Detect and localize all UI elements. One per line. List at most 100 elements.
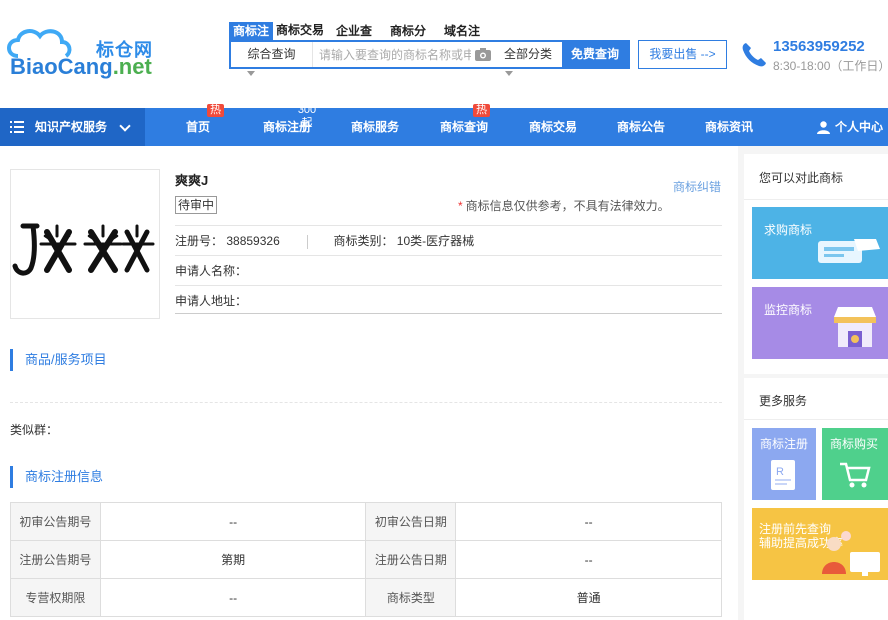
sell-button[interactable]: 我要出售 --> (638, 40, 727, 69)
reg-no-label: 注册号： (175, 234, 224, 248)
shop-icon (834, 307, 876, 347)
hot-badge: 热 (473, 104, 490, 117)
nav-item-label: 商标资讯 (704, 120, 753, 134)
search-tab-domain[interactable]: 域名注 (435, 22, 489, 40)
buy-trademark-label: 求购商标 (764, 223, 813, 237)
divider (744, 419, 888, 420)
user-icon[interactable] (817, 121, 830, 134)
divider (307, 234, 309, 249)
trademark-detail: 爽爽J 商标纠错 待审中 * 商标信息仅供参考，不具有法律效力。 注册号： 388… (0, 146, 738, 620)
monitor-trademark-label: 监控商标 (764, 303, 813, 317)
goods-services-heading: 商品/服务项目 (10, 349, 107, 371)
customer-service-icon (822, 531, 880, 576)
nav-item-label: 商标公告 (616, 120, 665, 134)
applicant-name-row: 申请人名称： (175, 255, 722, 285)
trademark-register-card[interactable]: 商标注册 R (752, 428, 816, 500)
registration-row: 注册号： 38859326 商标类别： 10类-医疗器械 (175, 225, 722, 255)
user-center-link[interactable]: 个人中心 (835, 108, 883, 146)
nav-item-trademark-news[interactable]: 商标资讯 (700, 108, 758, 146)
applicant-name-label: 申请人名称： (175, 264, 248, 278)
nav-item-label: 商标交易 (528, 120, 577, 134)
trademark-register-label: 商标注册 (760, 437, 809, 451)
search-tab-trademark-register[interactable]: 商标注 (229, 22, 273, 40)
logo-english-text: BiaoCang.net (10, 54, 152, 80)
phone-icon (742, 43, 766, 67)
free-search-button[interactable]: 免费查询 (562, 40, 628, 69)
nav-item-trademark-search[interactable]: 商标查询 热 (435, 104, 493, 146)
table-cell-value: 普通 (455, 578, 722, 617)
search-tab-trademark-class[interactable]: 商标分 (381, 22, 435, 40)
contact-phone: 13563959252 (773, 38, 865, 55)
site-logo[interactable]: 标仓网 BiaoCang.net (4, 26, 164, 82)
table-cell-value: -- (455, 502, 722, 541)
search-tab-company[interactable]: 企业查 (327, 22, 381, 40)
table-cell-label: 专营权期限 (10, 578, 101, 617)
trademark-image (10, 169, 160, 319)
divider (10, 402, 722, 403)
compare-panel-title: 您可以对此商标 (759, 171, 844, 185)
table-row: 初审公告期号 -- 初审公告日期 -- (10, 502, 722, 541)
document-registered-icon: R (771, 460, 795, 490)
divider (175, 313, 722, 314)
table-cell-label: 商标类型 (365, 578, 457, 617)
consultation-card[interactable]: 注册前先查询 辅助提高成功率 (752, 508, 888, 580)
hot-badge: 热 (207, 104, 224, 117)
nav-item-label: 首页 (185, 120, 210, 134)
nav-item-trademark-services[interactable]: 商标服务 (346, 108, 404, 146)
table-cell-value: -- (99, 578, 367, 617)
ip-services-label: 知识产权服务 (35, 120, 108, 134)
search-category-chevron-down-icon[interactable] (505, 71, 513, 76)
camera-icon[interactable] (475, 48, 491, 61)
table-cell-label: 注册公告日期 (365, 540, 457, 579)
search-bar: 综合查询 全部分类 免费查询 (229, 40, 630, 69)
svg-text:R: R (776, 466, 784, 478)
table-cell-value: 第期 (99, 540, 367, 579)
more-services-panel: 更多服务 商标注册 R 商标购买 注册前先查询 辅助提高成功率 (744, 378, 888, 620)
main-nav: 知识产权服务 首页 热 商标注册 300起 商标服务 商标查询 热 商标交易 商… (0, 104, 888, 146)
trademark-correction-link[interactable]: 商标纠错 (673, 178, 721, 195)
search-input[interactable] (319, 42, 471, 67)
ip-services-dropdown[interactable]: 知识产权服务 (0, 108, 145, 146)
disclaimer-notice: * 商标信息仅供参考，不具有法律效力。 (458, 197, 670, 214)
monitor-trademark-card[interactable]: 监控商标 (752, 287, 888, 359)
buy-trademark-card[interactable]: 求购商标 (752, 207, 888, 279)
site-header: 标仓网 BiaoCang.net 商标注 商标交易 企业查 商标分 域名注 综合… (0, 0, 888, 108)
nav-item-label: 商标查询 (439, 120, 488, 134)
compare-panel: 您可以对此商标 求购商标 监控商标 (744, 154, 888, 374)
trademark-purchase-card[interactable]: 商标购买 (822, 428, 888, 500)
nav-item-trademark-trade[interactable]: 商标交易 (524, 108, 582, 146)
right-sidebar: 您可以对此商标 求购商标 监控商标 更多服务 商标注册 R 商标购买 注册前先查… (738, 146, 888, 620)
search-type-select[interactable]: 综合查询 (231, 42, 313, 67)
nav-item-trademark-announcement[interactable]: 商标公告 (612, 108, 670, 146)
table-cell-label: 初审公告期号 (10, 502, 101, 541)
table-row: 专营权期限 -- 商标类型 普通 (10, 578, 722, 617)
logo-english-suffix: .net (112, 54, 152, 79)
applicant-address-label: 申请人地址： (175, 294, 248, 308)
registration-info-heading: 商标注册信息 (10, 466, 103, 488)
handshake-icon (818, 239, 880, 263)
table-row: 注册公告期号 第期 注册公告日期 -- (10, 540, 722, 579)
shopping-cart-icon (840, 462, 871, 488)
more-services-title: 更多服务 (759, 394, 808, 408)
contact-hours: 8:30-18:00（工作日） (773, 59, 888, 73)
trademark-name: 爽爽J (175, 173, 209, 188)
search-type-chevron-down-icon[interactable] (247, 71, 255, 76)
search-category-select[interactable]: 全部分类 (493, 42, 563, 67)
trademark-logo-picture (12, 223, 155, 276)
reg-no-value: 38859326 (226, 234, 280, 248)
class-label: 商标类别： (333, 234, 394, 248)
nav-item-trademark-register[interactable]: 商标注册 300起 (258, 104, 321, 146)
divider (744, 199, 888, 200)
menu-icon (10, 121, 24, 133)
logo-english-main: BiaoCang (10, 54, 113, 79)
disclaimer-text: 商标信息仅供参考，不具有法律效力。 (465, 199, 670, 213)
class-value: 10类-医疗器械 (396, 234, 475, 248)
required-star-icon: * (458, 199, 463, 213)
table-cell-value: -- (455, 540, 722, 579)
price-badge: 300起 (297, 104, 317, 129)
similar-group-label: 类似群： (10, 423, 59, 437)
chevron-down-icon (119, 120, 131, 132)
nav-item-home[interactable]: 首页 热 (176, 104, 224, 146)
trademark-purchase-label: 商标购买 (830, 437, 879, 451)
table-cell-label: 初审公告日期 (365, 502, 457, 541)
